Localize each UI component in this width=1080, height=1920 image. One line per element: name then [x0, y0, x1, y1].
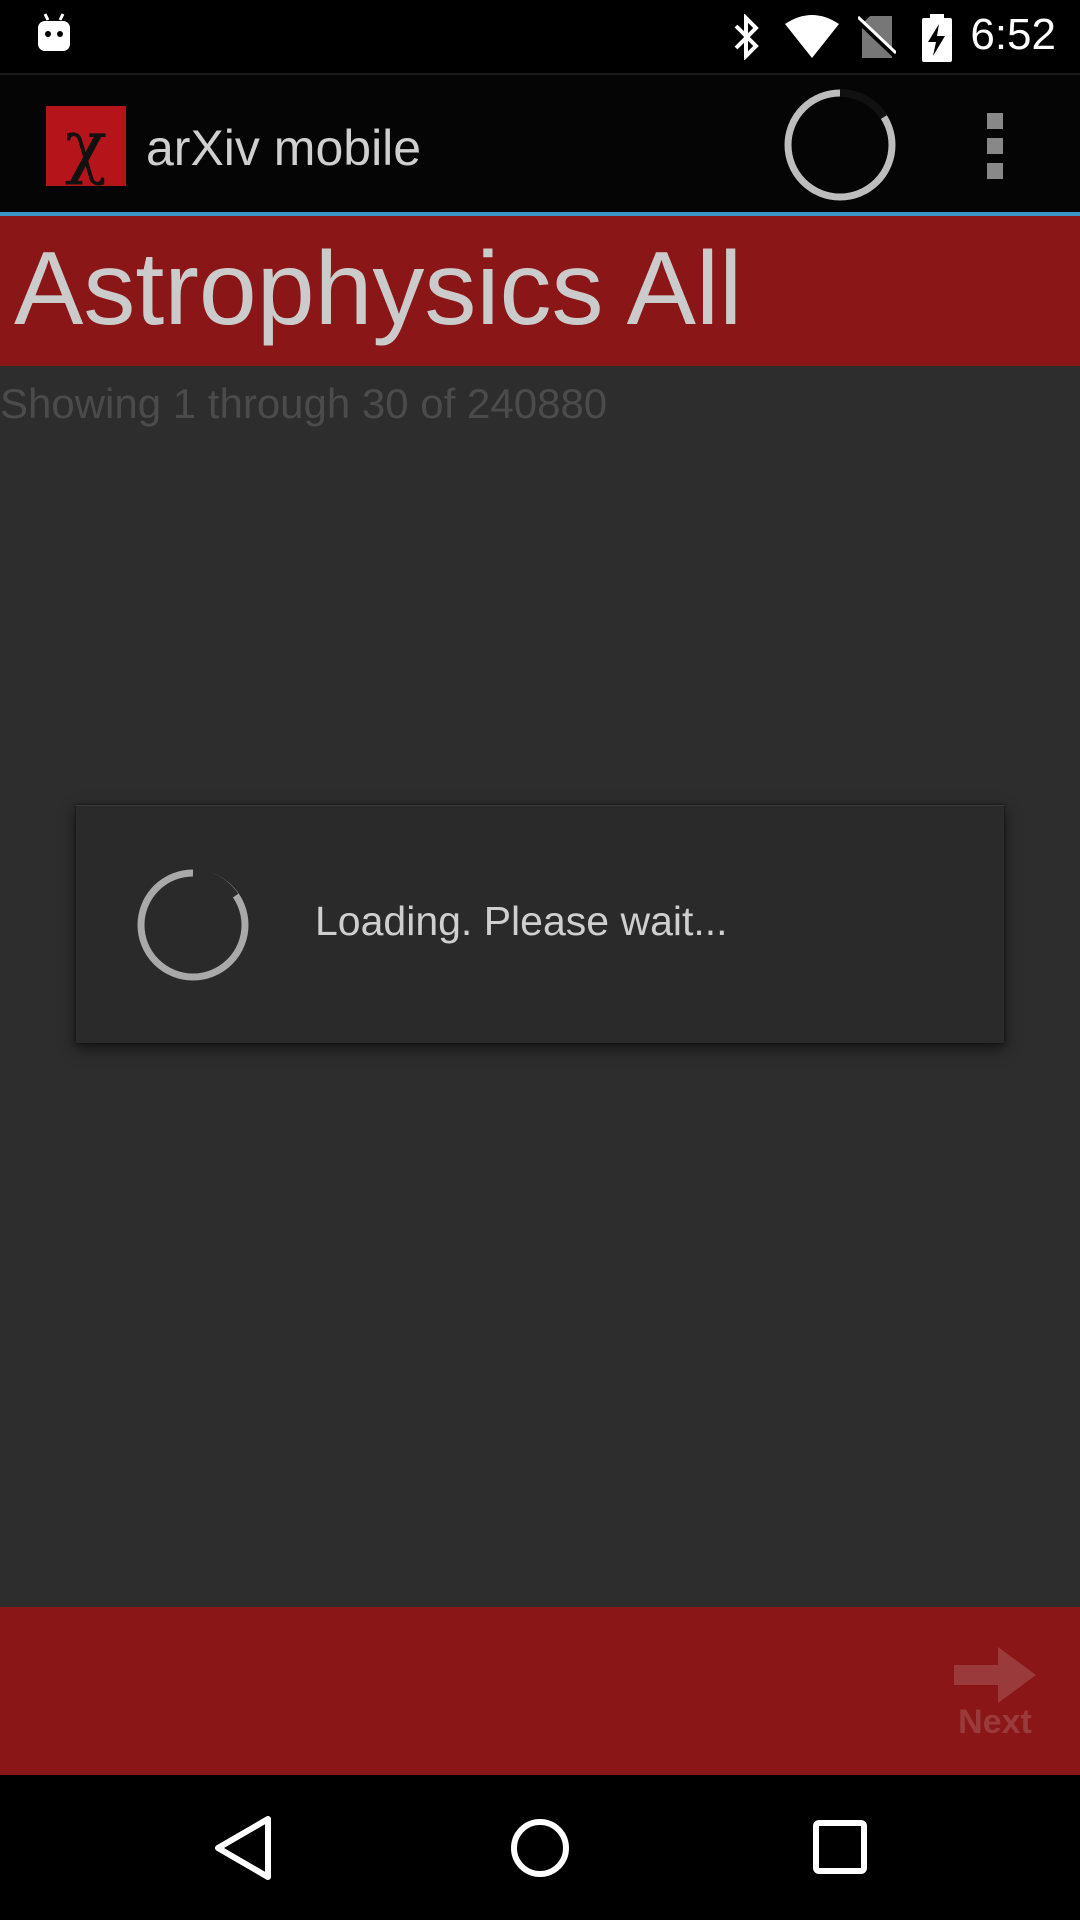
results-summary: Showing 1 through 30 of 240880	[0, 380, 608, 427]
bottom-bar: Next	[0, 1607, 1080, 1775]
navigation-bar	[0, 1775, 1080, 1920]
app-logo: χ	[46, 106, 126, 186]
battery-charging-icon	[922, 14, 952, 62]
status-clock: 6:52	[970, 10, 1056, 59]
category-banner: Astrophysics All	[0, 216, 1080, 366]
progress-spinner-icon	[784, 88, 896, 201]
next-button[interactable]: Next	[940, 1645, 1050, 1765]
overflow-menu-icon[interactable]	[980, 113, 1010, 179]
next-label: Next	[958, 1703, 1032, 1741]
loading-spinner-icon	[137, 869, 249, 981]
back-icon[interactable]	[212, 1813, 274, 1883]
home-icon[interactable]	[508, 1813, 572, 1883]
arrow-right-icon	[954, 1647, 1036, 1703]
app-title: arXiv mobile	[146, 120, 422, 176]
wifi-icon	[785, 15, 839, 58]
recents-icon[interactable]	[812, 1813, 868, 1883]
bluetooth-icon	[734, 14, 759, 60]
status-bar: 6:52	[0, 0, 1080, 73]
loading-message: Loading. Please wait...	[315, 898, 728, 944]
no-sim-icon	[858, 15, 896, 59]
android-icon	[38, 13, 70, 51]
action-bar: χ arXiv mobile	[0, 73, 1080, 218]
category-title: Astrophysics All	[14, 231, 743, 347]
loading-dialog: Loading. Please wait...	[76, 805, 1004, 1043]
